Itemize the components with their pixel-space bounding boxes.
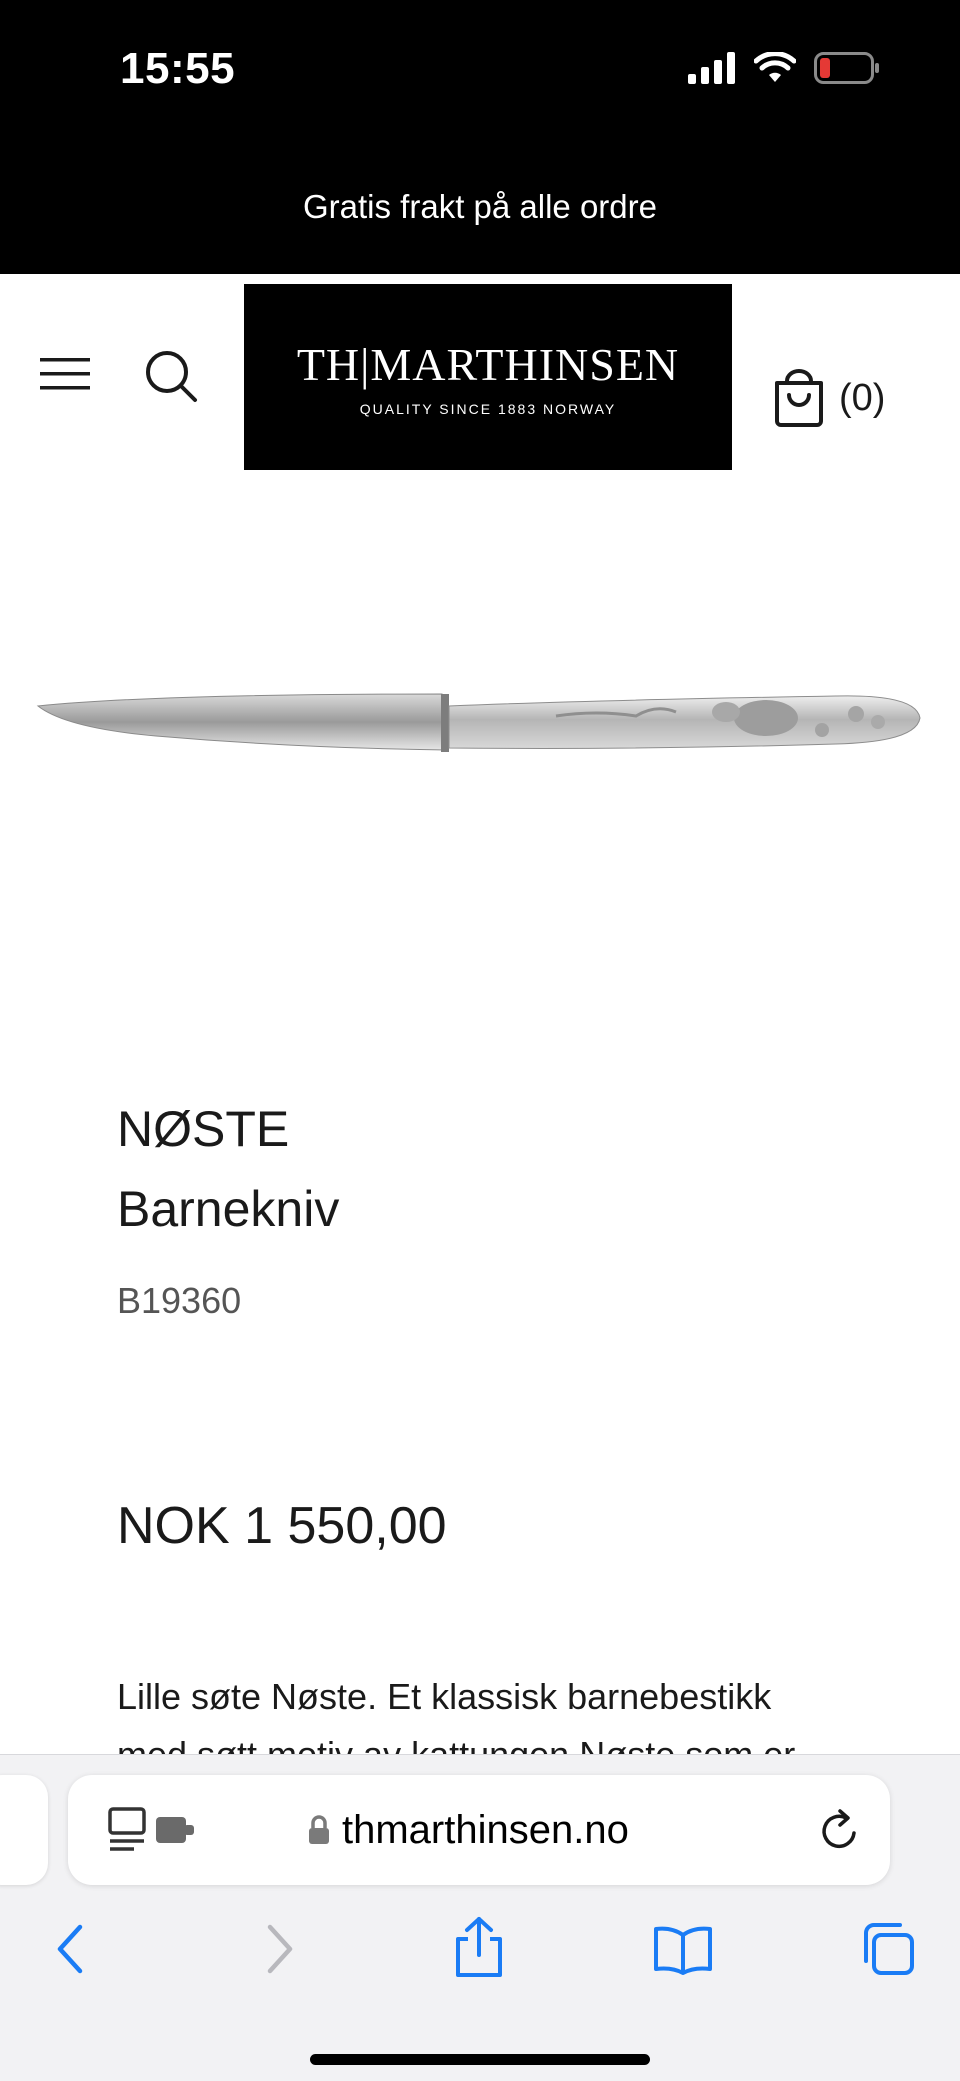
lock-icon	[309, 1815, 329, 1844]
promo-banner: Gratis frakt på alle ordre	[0, 140, 960, 274]
status-bar: 15:55	[0, 0, 960, 140]
product-brand: NØSTE	[117, 1101, 290, 1157]
url-display[interactable]: thmarthinsen.no	[308, 1775, 629, 1885]
tabs-icon	[864, 1923, 914, 1975]
product-price: NOK 1 550,00	[117, 1497, 447, 1555]
cart-count: (0)	[839, 376, 886, 419]
forward-button[interactable]	[262, 1923, 298, 1980]
site-header: TH|MARTHINSEN QUALITY SINCE 1883 NORWAY …	[0, 274, 960, 474]
reader-icon	[108, 1807, 194, 1851]
browser-chrome: thmarthinsen.no	[0, 1754, 960, 2081]
product-description: Lille søte Nøste. Et klassisk barnebesti…	[117, 1676, 796, 1764]
product-sku: B19360	[117, 1280, 242, 1321]
bookmarks-button[interactable]	[652, 1925, 714, 1980]
search-icon	[146, 351, 197, 402]
reload-icon	[822, 1809, 856, 1849]
brand-logo[interactable]: TH|MARTHINSEN QUALITY SINCE 1883 NORWAY	[244, 284, 732, 470]
shopping-bag-icon	[775, 369, 823, 427]
wifi-icon	[754, 52, 796, 82]
reader-button[interactable]	[108, 1807, 208, 1858]
logo-tagline: QUALITY SINCE 1883 NORWAY	[359, 400, 617, 417]
forward-icon	[267, 1924, 293, 1974]
status-icons	[688, 48, 880, 88]
promo-text: Gratis frakt på alle ordre	[303, 188, 657, 225]
menu-button[interactable]	[40, 354, 100, 404]
menu-icon	[40, 358, 90, 390]
extension-icon	[156, 1817, 186, 1843]
battery-icon	[814, 52, 879, 84]
tabs-button[interactable]	[858, 1921, 916, 1982]
back-icon	[57, 1924, 83, 1974]
bookmarks-icon	[654, 1926, 712, 1975]
share-button[interactable]	[452, 1915, 506, 1984]
browser-toolbar	[0, 1905, 960, 1995]
share-icon	[456, 1917, 502, 1977]
reload-button[interactable]	[820, 1809, 860, 1856]
signal-icon	[688, 52, 735, 84]
home-indicator	[310, 2054, 650, 2065]
status-time: 15:55	[120, 44, 236, 93]
product-name: Barnekniv	[117, 1181, 340, 1237]
previous-tab-preview[interactable]	[0, 1775, 48, 1885]
address-bar[interactable]: thmarthinsen.no	[68, 1775, 890, 1885]
cart-button[interactable]: (0)	[773, 368, 885, 428]
product-image	[36, 693, 921, 752]
logo-wordmark: TH|MARTHINSEN	[296, 338, 680, 390]
search-button[interactable]	[143, 348, 203, 408]
back-button[interactable]	[52, 1923, 88, 1980]
url-text: thmarthinsen.no	[342, 1807, 629, 1852]
